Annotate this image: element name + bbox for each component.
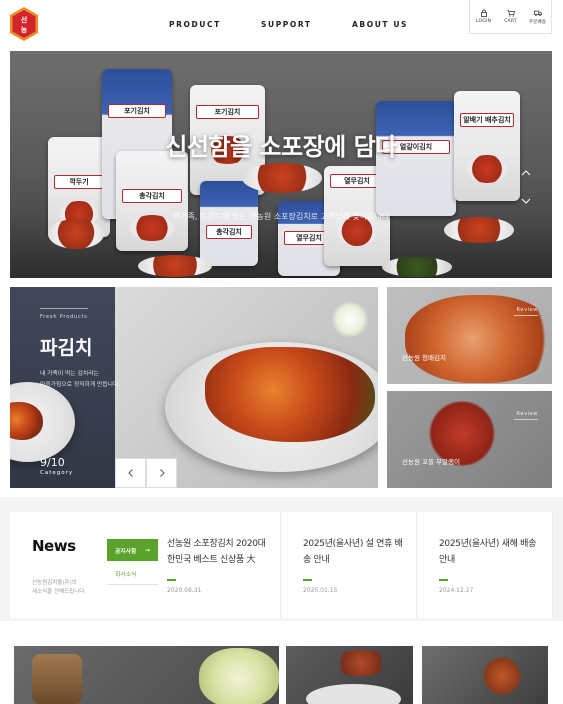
tab-notice[interactable]: 공지사항 [107,539,158,561]
chevron-right-icon [159,469,165,477]
hero-subtitle: 핵가족, 트렌드에 맞는 선농원 소포장김치로 고객님께 찾아갑니다 [172,212,390,221]
category-label: Category [40,470,74,476]
tab-company-news[interactable]: 회사소식 [107,562,158,584]
prev-slide-button[interactable] [115,458,146,488]
package-chonggak-small: 총각김치 [200,181,258,266]
napa-cabbage-image [199,648,279,704]
news-title: News [32,537,76,555]
review-label-2: Review [516,411,538,417]
kimchi-bowl-left [48,219,104,249]
slide-counter: 9/10 [40,456,65,469]
wooden-jar-image [32,654,82,704]
login-link[interactable]: LOGIN [470,0,497,33]
utility-menu: LOGIN CART 주문배송 [469,0,552,34]
product-desc-line-2: 마음가짐으로 정직하게 만듭니다. [40,382,121,388]
side-product-card-1[interactable]: Review 선농원 청배김치 [387,287,552,384]
news-item-3-date: 2024.12.27 [439,587,474,594]
hero-banner[interactable]: 깍두기 포기김치 총각김치 포기김치 총각김치 열무김치 열무김치 얼갈이김치 … [10,51,552,278]
news-item-1-date: 2020.08.31 [167,587,202,594]
product-desc-line-1: 내 가족이 먹는 김치라는 [40,371,99,377]
chevron-left-icon [127,469,133,477]
chevron-up-icon[interactable] [520,167,532,179]
gallery-image-3[interactable] [422,646,548,704]
next-slide-button[interactable] [146,458,177,488]
review-label-1: Review [516,307,538,313]
cart-icon [506,9,515,17]
order-delivery-label: 주문배송 [528,19,547,25]
truck-icon [533,10,542,16]
news-item-2-title[interactable]: 2025년(을사년) 설 연휴 배송 안내 [303,536,403,568]
brand-logo[interactable]: 선 농 [9,7,39,41]
news-desc-line-1: 선농원김치몰(주)의 [32,580,77,586]
nav-about-us[interactable]: ABOUT US [352,20,408,29]
hero-title: 신선함을 소포장에 담다 [165,133,397,161]
nav-support[interactable]: SUPPORT [261,20,312,29]
site-header: 선 농 PRODUCT SUPPORT ABOUT US LOGIN CART … [0,0,563,50]
side-product-name-1: 선농원 청배김치 [402,354,446,362]
svg-text:농: 농 [21,25,28,34]
side-product-name-2: 선농원 꼬들 무말랭이 [402,458,460,466]
news-item-2-date: 2025.01.15 [303,587,338,594]
lock-icon [480,9,487,17]
svg-text:선: 선 [21,15,27,24]
gallery-image-1[interactable] [14,646,279,704]
product-eyebrow: Fresh Products [40,314,88,320]
kimchi-plate-center [138,255,212,277]
login-label: LOGIN [475,19,492,24]
package-chonggak-kimchi: 총각김치 [116,151,188,251]
namul-plate [382,257,452,277]
chevron-down-icon[interactable] [520,195,532,207]
cart-label: CART [504,19,517,24]
cart-link[interactable]: CART [497,0,524,33]
news-item-1-title[interactable]: 선농원 소포장김치 2020대한민국 베스트 신상품 大 [167,536,267,568]
pa-kimchi-image [205,347,375,442]
nav-product[interactable]: PRODUCT [169,20,221,29]
kimchi-plate-top [242,163,322,193]
news-desc-line-2: 새소식을 전해드립니다. [32,589,87,595]
gallery-image-2[interactable] [286,646,413,704]
news-item-3-title[interactable]: 2025년(을사년) 새해 배송 안내 [439,536,539,568]
order-delivery-link[interactable]: 주문배송 [524,0,551,33]
side-product-card-2[interactable]: Review 선농원 꼬들 무말랭이 [387,391,552,488]
product-title: 파김치 [40,337,93,359]
